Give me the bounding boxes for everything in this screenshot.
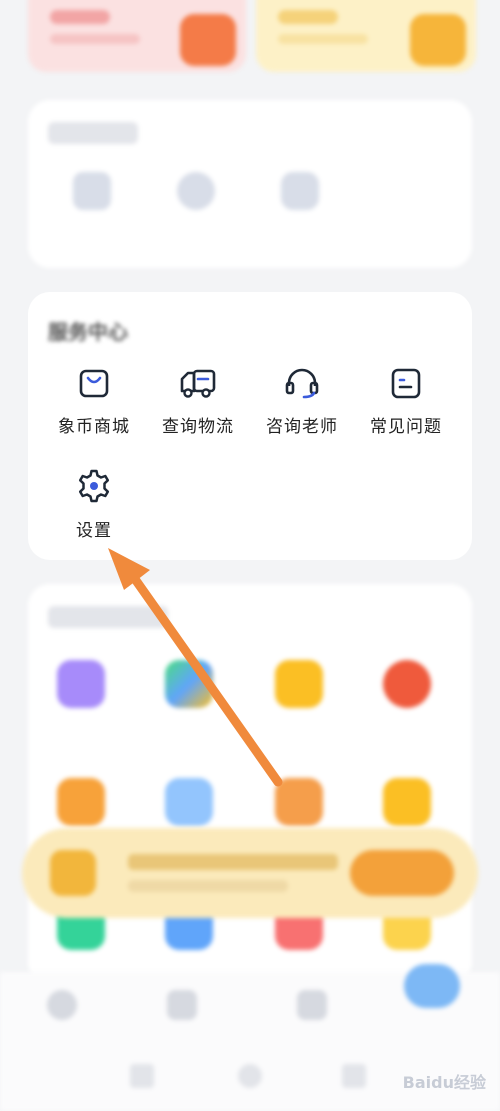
annotation-arrow <box>108 548 283 787</box>
